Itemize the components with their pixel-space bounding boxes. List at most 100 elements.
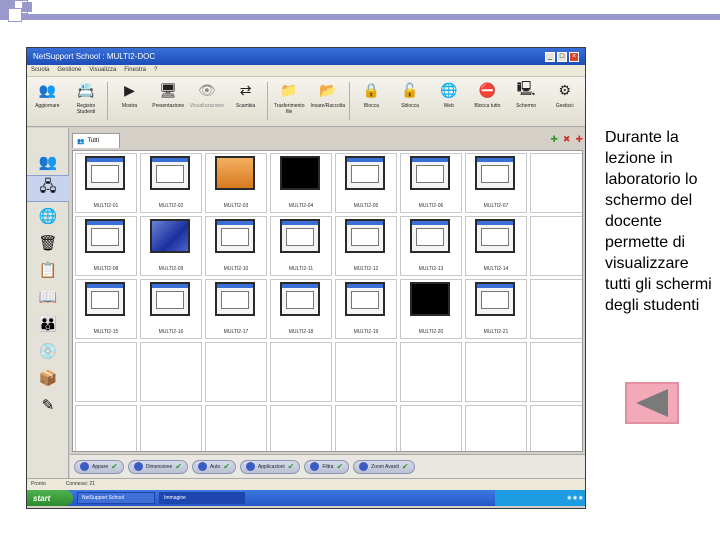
student-thumbnail[interactable]: MULTI2-04 xyxy=(270,153,332,213)
triangle-left-icon xyxy=(636,389,668,417)
bottom-button[interactable]: Applicazioni ✔ xyxy=(239,459,301,474)
tab-label: Tutti xyxy=(87,138,99,144)
sidebar-checklist-icon[interactable]: 📋 xyxy=(27,256,69,283)
student-label: MULTI2-06 xyxy=(418,203,444,209)
minimize-button[interactable]: _ xyxy=(545,51,555,62)
student-thumbnail[interactable]: MULTI2-10 xyxy=(205,216,267,276)
bottom-button[interactable]: Auto ✔ xyxy=(191,459,236,474)
screen-preview xyxy=(410,282,450,316)
empty-slot xyxy=(465,342,527,402)
sidebar-network-icon[interactable]: 🖧 xyxy=(27,175,69,202)
student-thumbnail[interactable]: MULTI2-18 xyxy=(270,279,332,339)
toolbar-button[interactable]: 🔓 Sblocca xyxy=(392,80,429,110)
sidebar-globe-icon[interactable]: 🌐 xyxy=(27,202,69,229)
sidebar-tools-icon[interactable]: ✎ xyxy=(27,391,69,418)
check-icon: ✔ xyxy=(175,462,182,471)
student-thumbnail[interactable]: MULTI2-09 xyxy=(140,216,202,276)
student-label: MULTI2-11 xyxy=(288,266,314,272)
screen-preview xyxy=(215,282,255,316)
windows-taskbar: start NetSupport School Immagine ◉ ◉ ◉ xyxy=(27,490,585,506)
toolbar-label: Scambia xyxy=(235,103,256,109)
student-label: MULTI2-04 xyxy=(288,203,314,209)
student-thumbnail[interactable]: MULTI2-19 xyxy=(335,279,397,339)
play-icon: ▶ xyxy=(124,81,135,98)
sidebar-box-icon[interactable]: 📦 xyxy=(27,364,69,391)
student-thumbnail[interactable]: MULTI2-14 xyxy=(465,216,527,276)
menu-item[interactable]: Scuola xyxy=(31,67,49,74)
toolbar-button[interactable]: ⛔ Blocca tutto xyxy=(469,80,506,110)
student-thumbnail[interactable]: MULTI2-03 xyxy=(205,153,267,213)
student-thumbnail[interactable]: MULTI2-17 xyxy=(205,279,267,339)
bottom-button[interactable]: Dimensione ✔ xyxy=(127,459,188,474)
toolbar-button[interactable]: ▶ Mostra xyxy=(111,80,148,110)
toolbar-label: Blocca xyxy=(363,103,379,109)
sidebar-users-icon[interactable]: 👥 xyxy=(27,148,69,175)
screen-preview xyxy=(345,219,385,253)
bottom-button[interactable]: Appare ✔ xyxy=(74,459,124,474)
screen-preview xyxy=(150,156,190,190)
bottom-button[interactable]: Zoom Avanti ✔ xyxy=(353,459,415,474)
toolbar-button[interactable]: 🔒 Blocca xyxy=(353,80,390,110)
back-button[interactable] xyxy=(625,382,679,424)
monitor-icon: 🖳 xyxy=(516,80,536,96)
empty-slot xyxy=(270,405,332,451)
student-thumbnail[interactable]: MULTI2-05 xyxy=(335,153,397,213)
remove-icon[interactable]: ✚ xyxy=(575,134,583,145)
sidebar-disc-icon[interactable]: 💿 xyxy=(27,337,69,364)
sidebar-group-icon[interactable]: 👪 xyxy=(27,310,69,337)
check-icon: ✔ xyxy=(336,462,344,471)
empty-slot xyxy=(140,405,202,451)
student-thumbnail[interactable]: MULTI2-20 xyxy=(400,279,462,339)
student-thumbnail[interactable]: MULTI2-07 xyxy=(465,153,527,213)
toolbar-button[interactable]: ⇄ Scambia xyxy=(227,80,264,110)
delete-icon[interactable]: ✖ xyxy=(563,134,571,145)
menu-item[interactable]: Finestra xyxy=(124,67,146,74)
student-thumbnail[interactable]: MULTI2-08 xyxy=(75,216,137,276)
close-button[interactable]: × xyxy=(569,51,579,62)
student-thumbnail[interactable]: MULTI2-01 xyxy=(75,153,137,213)
bottom-button[interactable]: Filtra ✔ xyxy=(304,459,350,474)
toolbar-label: Visualizzazione xyxy=(189,103,225,109)
student-thumbnail[interactable]: MULTI2-06 xyxy=(400,153,462,213)
toolbar-button[interactable]: 🖳 Schermo xyxy=(508,80,545,109)
decorative-square xyxy=(22,2,32,12)
sidebar-print-icon[interactable]: 🗑 xyxy=(27,229,69,256)
tab-group-icon: 👥 xyxy=(77,138,85,145)
screen-preview xyxy=(280,156,320,190)
add-icon[interactable]: ✚ xyxy=(550,134,558,145)
student-thumbnail[interactable]: MULTI2-12 xyxy=(335,216,397,276)
toolbar-button[interactable]: 📂 Invare/Raccolta xyxy=(309,80,346,110)
student-thumbnail[interactable]: MULTI2-02 xyxy=(140,153,202,213)
circle-icon xyxy=(80,462,89,471)
connection-status: Connessi: 21 xyxy=(65,481,95,487)
toolbar-button[interactable]: ⚙ Gestisci xyxy=(546,80,583,110)
empty-slot xyxy=(530,153,582,213)
file-transfer-icon: 📁 xyxy=(280,81,298,98)
menu-item[interactable]: Visualizza xyxy=(89,67,116,74)
student-thumbnail[interactable]: MULTI2-11 xyxy=(270,216,332,276)
student-thumbnail[interactable]: MULTI2-16 xyxy=(140,279,202,339)
sidebar-book-icon[interactable]: 📖 xyxy=(27,283,69,310)
screen-preview xyxy=(215,219,255,253)
start-button[interactable]: start xyxy=(27,490,73,506)
toolbar-button[interactable]: 🌐 Web xyxy=(430,80,467,110)
empty-slot xyxy=(530,216,582,276)
screen-preview xyxy=(475,156,515,190)
toolbar-label: Mostra xyxy=(121,103,138,109)
toolbar-button[interactable]: 👥 Aggiornare xyxy=(29,80,66,110)
tab-all[interactable]: 👥 Tutti xyxy=(72,133,120,148)
student-thumbnail[interactable]: MULTI2-13 xyxy=(400,216,462,276)
toolbar-button[interactable]: 👁 Visualizzazione xyxy=(189,80,226,110)
toolbar-button[interactable]: 📁 Trasferimento file xyxy=(271,80,308,116)
menu-item[interactable]: ? xyxy=(154,67,157,74)
screen-preview xyxy=(345,282,385,316)
maximize-button[interactable]: □ xyxy=(557,51,567,62)
toolbar-button[interactable]: 📇 Registro Studenti xyxy=(68,80,105,116)
student-thumbnail[interactable]: MULTI2-15 xyxy=(75,279,137,339)
toolbar-button[interactable]: 🖥 Presentazione xyxy=(150,80,187,110)
student-label: MULTI2-20 xyxy=(418,329,444,335)
taskbar-item[interactable]: NetSupport School xyxy=(77,492,155,504)
student-thumbnail[interactable]: MULTI2-21 xyxy=(465,279,527,339)
taskbar-item-active[interactable]: Immagine xyxy=(159,492,245,504)
menu-item[interactable]: Gestione xyxy=(57,67,81,74)
